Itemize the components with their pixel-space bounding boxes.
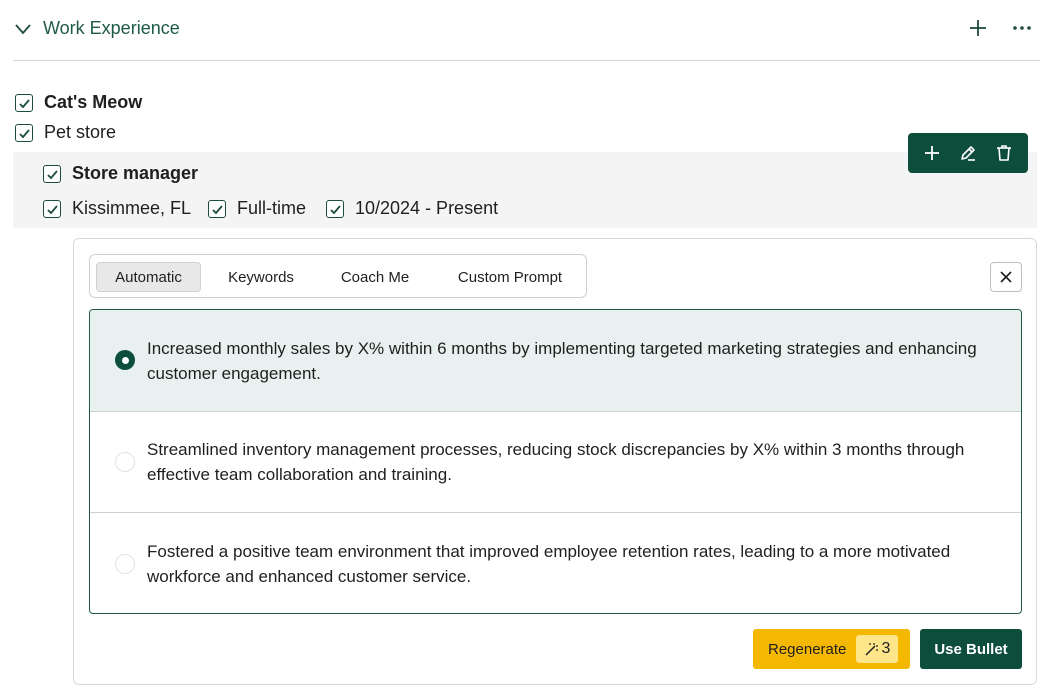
bullet-text: Streamlined inventory management process… [147,440,965,484]
magic-wand-icon [865,642,879,656]
role-toolbar [908,133,1028,173]
delete-role-button[interactable] [993,142,1015,164]
dates-checkbox[interactable] [326,200,344,218]
company-description: Pet store [44,122,117,142]
check-icon [46,204,58,214]
employment-type: Full-time [237,198,307,218]
close-icon [1000,271,1012,283]
role-location: Kissimmee, FL [72,198,192,218]
location-checkbox[interactable] [43,200,61,218]
role-title-checkbox[interactable] [43,165,61,183]
add-bullet-button[interactable] [921,142,943,164]
trash-icon [997,145,1011,161]
header-divider [13,60,1040,61]
radio-unselected[interactable] [115,452,135,472]
plus-icon [925,146,939,160]
check-icon [18,128,30,138]
bullet-option[interactable]: Streamlined inventory management process… [90,412,1021,512]
plus-icon[interactable] [966,16,990,40]
bullet-option[interactable]: Fostered a positive team environment tha… [90,513,1021,613]
employment-type-checkbox[interactable] [208,200,226,218]
tab-keywords[interactable]: Keywords [208,262,314,292]
more-icon[interactable] [1010,16,1034,40]
bullet-options: Increased monthly sales by X% within 6 m… [89,309,1022,614]
section-title[interactable]: Work Experience [43,18,180,39]
bullet-text: Fostered a positive team environment tha… [147,542,951,586]
regenerate-button[interactable]: Regenerate 3 [753,629,910,669]
regenerate-credits-badge: 3 [856,635,899,663]
edit-role-button[interactable] [957,142,979,164]
role-dates: 10/2024 - Present [355,198,499,218]
check-icon [211,204,223,214]
company-name: Cat's Meow [44,92,143,112]
section-header: Work Experience [0,0,1049,60]
use-bullet-button[interactable]: Use Bullet [920,629,1022,669]
bullet-option[interactable]: Increased monthly sales by X% within 6 m… [90,310,1021,411]
tab-custom-prompt[interactable]: Custom Prompt [438,262,582,292]
regenerate-count: 3 [881,640,891,657]
check-icon [329,204,341,214]
check-icon [46,169,58,179]
chevron-down-icon[interactable] [14,20,32,38]
bullet-text: Increased monthly sales by X% within 6 m… [147,339,977,383]
generator-tabs: Automatic Keywords Coach Me Custom Promp… [89,254,587,298]
check-icon [18,98,30,108]
tab-automatic[interactable]: Automatic [96,262,201,292]
pencil-icon [961,146,975,161]
regenerate-label: Regenerate [768,640,847,658]
role-title: Store manager [72,163,199,183]
radio-unselected[interactable] [115,554,135,574]
radio-selected[interactable] [115,350,135,370]
close-button[interactable] [990,262,1022,292]
company-checkbox[interactable] [15,94,33,112]
tab-coach-me[interactable]: Coach Me [322,262,428,292]
company-description-checkbox[interactable] [15,124,33,142]
